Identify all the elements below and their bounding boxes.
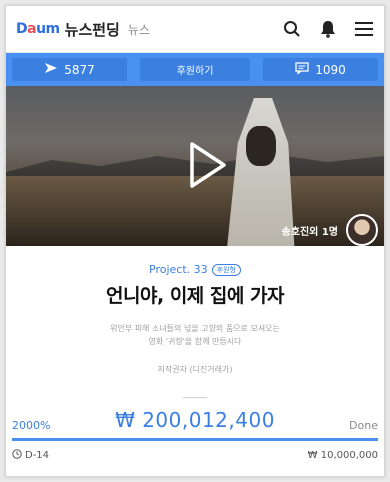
funding-summary: 2000% ₩ 200,012,400 Done	[6, 408, 384, 432]
daum-logo[interactable]: D a u m	[16, 21, 60, 37]
description-line: 영화 '귀향'을 함께 만듭시다	[148, 337, 242, 346]
dday-row: D-14	[12, 449, 49, 462]
avatar[interactable]	[346, 214, 378, 246]
share-button[interactable]: 5877	[12, 58, 127, 81]
donate-button[interactable]: 후원하기	[140, 58, 250, 81]
divider	[183, 397, 207, 398]
share-count: 5877	[64, 62, 95, 77]
comment-icon	[295, 62, 309, 77]
funding-percent: 2000%	[12, 419, 51, 432]
app-frame: D a u m 뉴스펀딩 뉴스 5877 후원하기 1090 송호진외 1명 P…	[5, 5, 385, 477]
funding-goal: ₩ 10,000,000	[307, 450, 378, 461]
project-type-badge: 후원형	[211, 263, 241, 276]
donate-label: 후원하기	[176, 66, 214, 77]
description-line: 위안부 피해 소녀들의 넋을 고향의 품으로 모셔오는	[110, 324, 280, 333]
logo-letter: m	[45, 21, 61, 37]
dday-text: D-14	[25, 450, 50, 461]
project-label-row: Project. 33 후원형	[149, 263, 241, 276]
bell-icon[interactable]	[318, 19, 338, 39]
funding-amount: ₩ 200,012,400	[115, 408, 275, 432]
service-title[interactable]: 뉴스펀딩	[65, 19, 120, 40]
project-number: Project. 33	[149, 263, 208, 276]
funding-status: Done	[349, 419, 378, 432]
play-icon[interactable]	[178, 138, 232, 192]
project-info: Project. 33 후원형 언니야, 이제 집에 가자 위안부 피해 소녀들…	[6, 246, 384, 398]
logo-letter: D	[16, 21, 28, 37]
share-icon	[44, 62, 58, 77]
funding-footer: D-14 ₩ 10,000,000	[6, 441, 384, 462]
logo-letter: a	[27, 21, 37, 37]
logo-letter: u	[36, 21, 46, 37]
search-icon[interactable]	[282, 19, 302, 39]
service-subtitle[interactable]: 뉴스	[128, 21, 150, 38]
video-player[interactable]: 송호진외 1명	[6, 86, 384, 246]
video-figure-face	[246, 126, 276, 166]
header-icons	[282, 19, 374, 39]
supporters-text: 송호진외 1명	[281, 227, 338, 238]
project-title: 언니야, 이제 집에 가자	[106, 285, 284, 307]
action-bar: 5877 후원하기 1090	[6, 53, 384, 86]
menu-icon[interactable]	[354, 19, 374, 39]
top-header: D a u m 뉴스펀딩 뉴스	[6, 6, 384, 53]
clock-icon	[12, 449, 22, 462]
project-author: 지작권자 (디진거래가)	[157, 365, 233, 374]
comment-button[interactable]: 1090	[263, 58, 378, 81]
project-description: 위안부 피해 소녀들의 넋을 고향의 품으로 모셔오는 영화 '귀향'을 함께 …	[6, 322, 384, 348]
comment-count: 1090	[315, 62, 346, 77]
